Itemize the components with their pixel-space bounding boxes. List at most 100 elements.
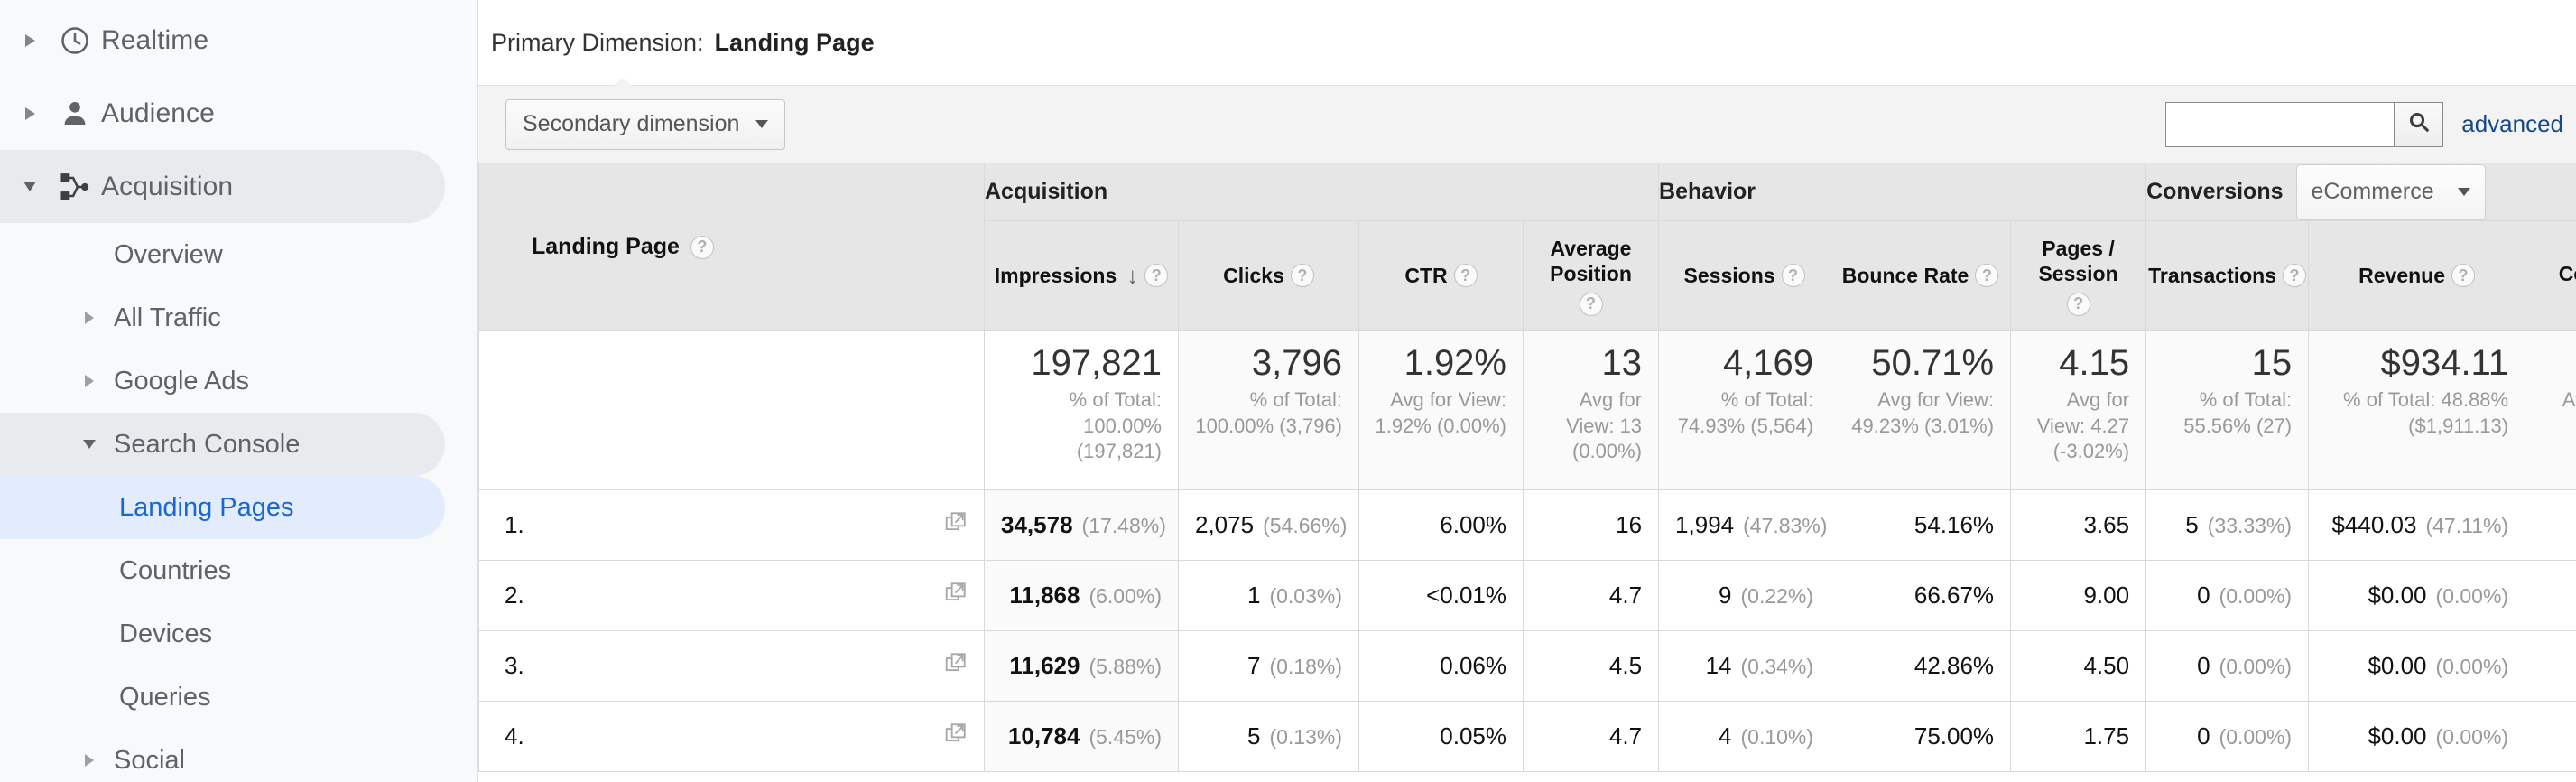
row-cell-bounce-rate: 66.67% — [1830, 560, 2012, 631]
row-cell-transactions: 0 (0.00%) — [2145, 560, 2310, 631]
expand-arrow-right-icon[interactable] — [11, 107, 49, 120]
cell-value: 0 — [2197, 582, 2210, 609]
cell-percent: (0.00%) — [2219, 725, 2293, 749]
cell-value: 11,629 — [1009, 652, 1080, 679]
sidebar-item-realtime[interactable]: Realtime — [0, 4, 445, 77]
expand-arrow-right-icon[interactable] — [70, 312, 108, 324]
advanced-link[interactable]: advanced — [2461, 110, 2563, 138]
sidebar-item-acquisition[interactable]: Acquisition — [0, 150, 445, 223]
help-icon[interactable]: ? — [1453, 264, 1478, 288]
summary-cell-average-position: 13 Avg for View: 13 (0.00%) — [1522, 330, 1660, 490]
sidebar-item-social[interactable]: Social — [0, 729, 445, 782]
help-icon[interactable]: ? — [2283, 264, 2307, 288]
cell-percent: (0.18%) — [1269, 655, 1342, 678]
expand-arrow-right-icon[interactable] — [11, 33, 49, 47]
row-dimension-cell[interactable]: 2. — [478, 560, 985, 631]
help-icon[interactable]: ? — [1781, 264, 1805, 288]
row-dimension-cell[interactable]: 4. — [478, 701, 985, 772]
table-row[interactable]: 3. 11,629 (5.88%) 7 (0.18%) 0.06% 4.5 14… — [478, 630, 2576, 702]
summary-note: % of Total: 74.93% (5,564) — [1677, 388, 1814, 437]
help-icon[interactable]: ? — [1975, 264, 1999, 288]
help-icon[interactable]: ? — [690, 235, 714, 259]
conversions-goal-value: eCommerce — [2311, 179, 2434, 204]
open-in-new-icon[interactable] — [944, 581, 968, 610]
sidebar-item-landing-pages[interactable]: Landing Pages — [0, 476, 445, 539]
sidebar-item-all-traffic[interactable]: All Traffic — [0, 286, 445, 349]
cell-percent: (17.48%) — [1081, 514, 1166, 537]
primary-dimension-bar: Primary Dimension: Landing Page — [478, 0, 2576, 85]
sidebar-item-audience[interactable]: Audience — [0, 77, 445, 150]
collapse-arrow-down-icon[interactable] — [70, 440, 108, 449]
column-header-average-position[interactable]: Average Position ? — [1522, 220, 1660, 331]
acquisition-icon — [49, 170, 101, 204]
row-cell-impressions: 11,629 (5.88%) — [984, 630, 1179, 702]
toolbar-right-group: advanced — [2165, 101, 2563, 147]
search-input[interactable] — [2166, 102, 2395, 146]
column-header-pages-session[interactable]: Pages / Session ? — [2010, 220, 2147, 331]
summary-value: 15 — [2251, 343, 2293, 383]
help-icon[interactable]: ? — [1579, 293, 1603, 317]
summary-note: Avg for View: 49.23% (3.01%) — [1851, 388, 1995, 437]
search-button[interactable] — [2394, 102, 2443, 146]
secondary-dimension-button[interactable]: Secondary dimension — [505, 98, 786, 150]
cell-percent: (33.33%) — [2207, 514, 2293, 537]
row-dimension-cell[interactable]: 1. — [478, 489, 985, 561]
table-row[interactable]: 1. 34,578 (17.48%) 2,075 (54.66%) 6.00% … — [478, 489, 2576, 561]
summary-cell-ecommerce-conversion-rate: 0.36% Avg for View: 0.49% (-25.85%) — [2525, 330, 2576, 490]
help-icon[interactable]: ? — [2066, 293, 2090, 317]
cell-percent: (54.66%) — [1263, 514, 1348, 537]
person-icon — [49, 98, 101, 130]
cell-percent: (6.00%) — [1089, 584, 1162, 608]
column-header-impressions[interactable]: Impressions ↓ ? — [984, 220, 1179, 331]
open-in-new-icon[interactable] — [944, 721, 968, 751]
row-cell-clicks: 1 (0.03%) — [1178, 560, 1359, 631]
sidebar-item-countries[interactable]: Countries — [0, 539, 445, 602]
help-icon[interactable]: ? — [1144, 264, 1169, 288]
cell-value: 10,784 — [1007, 722, 1080, 749]
column-header-ctr[interactable]: CTR ? — [1358, 220, 1524, 331]
column-header-transactions[interactable]: Transactions ? — [2145, 220, 2310, 331]
sidebar-item-overview[interactable]: Overview — [0, 223, 445, 286]
column-header-revenue[interactable]: Revenue ? — [2308, 220, 2526, 331]
summary-note: Avg for View: 4.27 (-3.02%) — [2036, 388, 2130, 463]
table-group-header-row: Landing Page ? Acquisition Behavior Conv… — [478, 163, 2576, 331]
primary-dimension-value[interactable]: Landing Page — [715, 29, 875, 57]
row-cell-revenue: $0.00 (0.00%) — [2308, 560, 2526, 631]
sidebar-item-devices[interactable]: Devices — [0, 602, 445, 666]
open-in-new-icon[interactable] — [944, 510, 968, 540]
summary-value: $934.11 — [2380, 343, 2509, 383]
column-header-ecommerce-conversion-rate[interactable]: Ecommerce Conversion Rate ? — [2525, 220, 2576, 331]
left-sidebar: Realtime Audience Acquisition Overview A… — [0, 0, 478, 782]
sidebar-subitem-label: All Traffic — [114, 303, 221, 332]
sidebar-subitem-label: Landing Pages — [119, 492, 294, 522]
column-group-acquisition: Acquisition — [983, 163, 1660, 221]
row-dimension-cell[interactable]: 3. — [478, 630, 985, 702]
collapse-arrow-down-icon[interactable] — [11, 182, 49, 191]
analytics-app: Realtime Audience Acquisition Overview A… — [0, 0, 2576, 782]
column-header-bounce-rate[interactable]: Bounce Rate ? — [1830, 220, 2012, 331]
sidebar-item-queries[interactable]: Queries — [0, 666, 445, 729]
conversions-goal-select[interactable]: eCommerce — [2295, 163, 2486, 220]
row-cell-ecommerce-conversion-rate: 0.25% — [2525, 489, 2576, 561]
sort-descending-icon[interactable]: ↓ — [1126, 264, 1138, 287]
summary-value: 50.71% — [1871, 343, 1995, 383]
cell-value: $440.03 — [2331, 511, 2417, 538]
column-header-sessions[interactable]: Sessions ? — [1658, 220, 1831, 331]
column-header-clicks[interactable]: Clicks ? — [1178, 220, 1359, 331]
table-row[interactable]: 2. 11,868 (6.00%) 1 (0.03%) <0.01% 4.7 9… — [478, 560, 2576, 631]
sidebar-item-google-ads[interactable]: Google Ads — [0, 349, 445, 413]
expand-arrow-right-icon[interactable] — [70, 754, 108, 767]
table-summary-row: 197,821 % of Total: 100.00% (197,821) 3,… — [478, 330, 2576, 490]
summary-note: % of Total: 100.00% (197,821) — [1069, 388, 1162, 463]
column-group-conversions-label: Conversions — [2146, 179, 2284, 204]
sidebar-item-search-console[interactable]: Search Console — [0, 413, 445, 476]
dimension-header-label: Landing Page — [532, 234, 680, 259]
row-index: 4. — [505, 722, 524, 749]
row-cell-pages-session: 4.50 — [2010, 630, 2147, 702]
help-icon[interactable]: ? — [2451, 264, 2476, 288]
open-in-new-icon[interactable] — [944, 651, 968, 681]
help-icon[interactable]: ? — [1290, 264, 1314, 288]
table-row[interactable]: 4. 10,784 (5.45%) 5 (0.13%) 0.05% 4.7 4 … — [478, 701, 2576, 772]
row-cell-average-position: 16 — [1522, 489, 1660, 561]
expand-arrow-right-icon[interactable] — [70, 375, 108, 387]
